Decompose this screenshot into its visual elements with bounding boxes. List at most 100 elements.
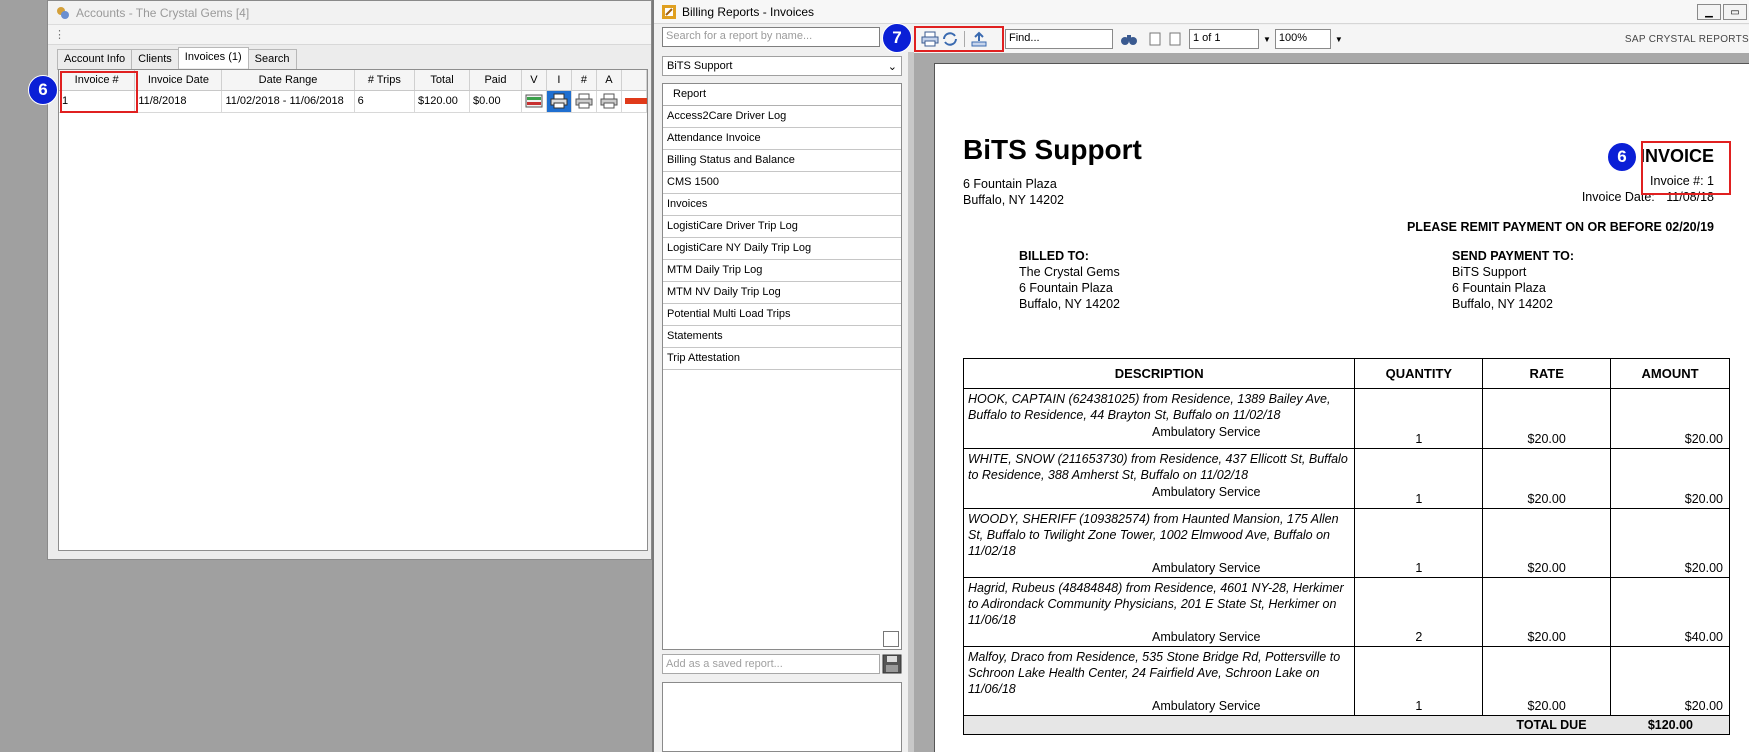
cell-invoice-date[interactable]: 11/8/2018 bbox=[134, 90, 223, 113]
print-icon[interactable] bbox=[550, 93, 568, 109]
total-spacer bbox=[962, 715, 1355, 735]
item-description: WHITE, SNOW (211653730) from Residence, … bbox=[962, 448, 1356, 509]
zoom-dropdown-icon[interactable]: ▼ bbox=[1335, 35, 1343, 44]
item-amount: $20.00 bbox=[1610, 388, 1730, 449]
list-item[interactable]: Billing Status and Balance bbox=[663, 150, 901, 172]
item-description: WOODY, SHERIFF (109382574) from Haunted … bbox=[962, 508, 1356, 578]
list-item[interactable]: LogistiCare Driver Trip Log bbox=[663, 216, 901, 238]
tab-search[interactable]: Search bbox=[247, 49, 297, 70]
table-row: WOODY, SHERIFF (109382574) from Haunted … bbox=[962, 508, 1730, 578]
chevron-down-icon: ⌄ bbox=[887, 61, 897, 73]
maximize-button[interactable]: ▭ bbox=[1723, 4, 1747, 20]
billing-title: Billing Reports - Invoices bbox=[682, 4, 815, 19]
list-item[interactable]: Attendance Invoice bbox=[663, 128, 901, 150]
report-search-input[interactable]: Search for a report by name... bbox=[662, 27, 880, 47]
invoice-page: BiTS Support 6 Fountain Plaza Buffalo, N… bbox=[934, 63, 1749, 752]
invoices-panel: Invoice # Invoice Date Date Range # Trip… bbox=[58, 69, 648, 551]
col-v[interactable]: V bbox=[521, 70, 547, 91]
col-paid[interactable]: Paid bbox=[469, 70, 522, 91]
zoom-select[interactable]: 100% bbox=[1274, 29, 1331, 49]
cell-trips[interactable]: 6 bbox=[354, 90, 416, 113]
col-i[interactable]: I bbox=[546, 70, 572, 91]
send-to-line1: BiTS Support bbox=[1452, 265, 1527, 279]
item-desc-text: WHITE, SNOW (211653730) from Residence, … bbox=[968, 452, 1348, 482]
col-hash[interactable]: # bbox=[571, 70, 597, 91]
app-icon bbox=[56, 6, 70, 20]
page-number-input[interactable]: 1 of 1 bbox=[1189, 29, 1259, 49]
billing-titlebar[interactable]: Billing Reports - Invoices bbox=[654, 0, 1749, 24]
page-dropdown-icon[interactable]: ▼ bbox=[1263, 35, 1271, 44]
tab-clients[interactable]: Clients bbox=[131, 49, 179, 70]
col-extra bbox=[621, 70, 648, 91]
list-item[interactable]: Statements bbox=[663, 326, 901, 348]
item-qty: 2 bbox=[1354, 577, 1484, 647]
cell-paid[interactable]: $0.00 bbox=[469, 90, 522, 113]
item-service: Ambulatory Service bbox=[1152, 630, 1261, 644]
print-icon[interactable] bbox=[600, 93, 618, 109]
col-invoice-date[interactable]: Invoice Date bbox=[134, 70, 223, 91]
col-a[interactable]: A bbox=[596, 70, 622, 91]
saved-report-input[interactable]: Add as a saved report... bbox=[662, 654, 880, 674]
send-to-line2: 6 Fountain Plaza bbox=[1452, 281, 1546, 295]
prev-page-icon[interactable] bbox=[1165, 29, 1185, 49]
first-page-icon[interactable] bbox=[1145, 29, 1165, 49]
accounts-titlebar[interactable]: Accounts - The Crystal Gems [4] bbox=[48, 1, 651, 25]
accounts-tabs: Account Info Clients Invoices (1) Search bbox=[57, 47, 297, 70]
item-rate: $20.00 bbox=[1482, 448, 1612, 509]
binoculars-icon[interactable] bbox=[1119, 29, 1139, 49]
save-button[interactable] bbox=[882, 654, 902, 674]
col-quantity: QUANTITY bbox=[1354, 358, 1484, 389]
billed-to: BILLED TO: The Crystal Gems 6 Fountain P… bbox=[1019, 248, 1120, 312]
report-list-header: Report bbox=[663, 84, 901, 106]
cell-total[interactable]: $120.00 bbox=[414, 90, 471, 113]
table-row[interactable]: 1 11/8/2018 11/02/2018 - 11/06/2018 6 $1… bbox=[59, 90, 648, 113]
billed-to-line1: The Crystal Gems bbox=[1019, 265, 1120, 279]
items-header: DESCRIPTION QUANTITY RATE AMOUNT bbox=[962, 358, 1730, 389]
report-list: Report Access2Care Driver Log Attendance… bbox=[662, 83, 902, 650]
company-addr-line2: Buffalo, NY 14202 bbox=[963, 193, 1065, 207]
list-item[interactable]: Potential Multi Load Trips bbox=[663, 304, 901, 326]
delete-icon[interactable] bbox=[624, 93, 647, 109]
floppy-disk-icon bbox=[882, 654, 902, 677]
grip-icon: ⋮ bbox=[54, 29, 65, 41]
item-desc-text: HOOK, CAPTAIN (624381025) from Residence… bbox=[968, 392, 1331, 422]
tab-account-info[interactable]: Account Info bbox=[57, 49, 133, 70]
table-row: Malfoy, Draco from Residence, 535 Stone … bbox=[962, 646, 1730, 716]
list-item[interactable]: MTM Daily Trip Log bbox=[663, 260, 901, 282]
list-item[interactable]: MTM NV Daily Trip Log bbox=[663, 282, 901, 304]
report-checkbox[interactable] bbox=[883, 631, 899, 647]
billed-to-line2: 6 Fountain Plaza bbox=[1019, 281, 1113, 295]
list-item[interactable]: CMS 1500 bbox=[663, 172, 901, 194]
item-rate: $20.00 bbox=[1482, 577, 1612, 647]
company-select[interactable]: BiTS Support ⌄ bbox=[662, 56, 902, 76]
item-amount: $20.00 bbox=[1610, 508, 1730, 578]
list-item[interactable]: Trip Attestation bbox=[663, 348, 901, 370]
minimize-button[interactable]: ▁ bbox=[1697, 4, 1721, 20]
billed-to-heading: BILLED TO: bbox=[1019, 249, 1089, 263]
col-rate: RATE bbox=[1482, 358, 1612, 389]
item-service: Ambulatory Service bbox=[1152, 485, 1261, 499]
col-total[interactable]: Total bbox=[414, 70, 471, 91]
item-amount: $20.00 bbox=[1610, 448, 1730, 509]
cell-date-range[interactable]: 11/02/2018 - 11/06/2018 bbox=[221, 90, 355, 113]
item-amount: $40.00 bbox=[1610, 577, 1730, 647]
item-service: Ambulatory Service bbox=[1152, 425, 1261, 439]
table-row: HOOK, CAPTAIN (624381025) from Residence… bbox=[962, 388, 1730, 449]
tab-invoices[interactable]: Invoices (1) bbox=[177, 47, 249, 68]
report-viewer[interactable]: BiTS Support 6 Fountain Plaza Buffalo, N… bbox=[914, 53, 1749, 752]
billing-app-icon bbox=[662, 4, 676, 19]
list-item[interactable]: LogistiCare NY Daily Trip Log bbox=[663, 238, 901, 260]
item-description: HOOK, CAPTAIN (624381025) from Residence… bbox=[962, 388, 1356, 449]
col-trips[interactable]: # Trips bbox=[354, 70, 416, 91]
send-to-line3: Buffalo, NY 14202 bbox=[1452, 297, 1554, 311]
col-date-range[interactable]: Date Range bbox=[221, 70, 355, 91]
view-invoice-icon[interactable] bbox=[525, 93, 543, 109]
item-qty: 1 bbox=[1354, 646, 1484, 716]
item-description: Malfoy, Draco from Residence, 535 Stone … bbox=[962, 646, 1356, 716]
list-item[interactable]: Access2Care Driver Log bbox=[663, 106, 901, 128]
find-input[interactable]: Find... bbox=[1005, 29, 1113, 49]
print-icon[interactable] bbox=[575, 93, 593, 109]
highlight-toolbar bbox=[914, 26, 1004, 52]
total-row: TOTAL DUE $120.00 bbox=[962, 715, 1730, 735]
list-item[interactable]: Invoices bbox=[663, 194, 901, 216]
